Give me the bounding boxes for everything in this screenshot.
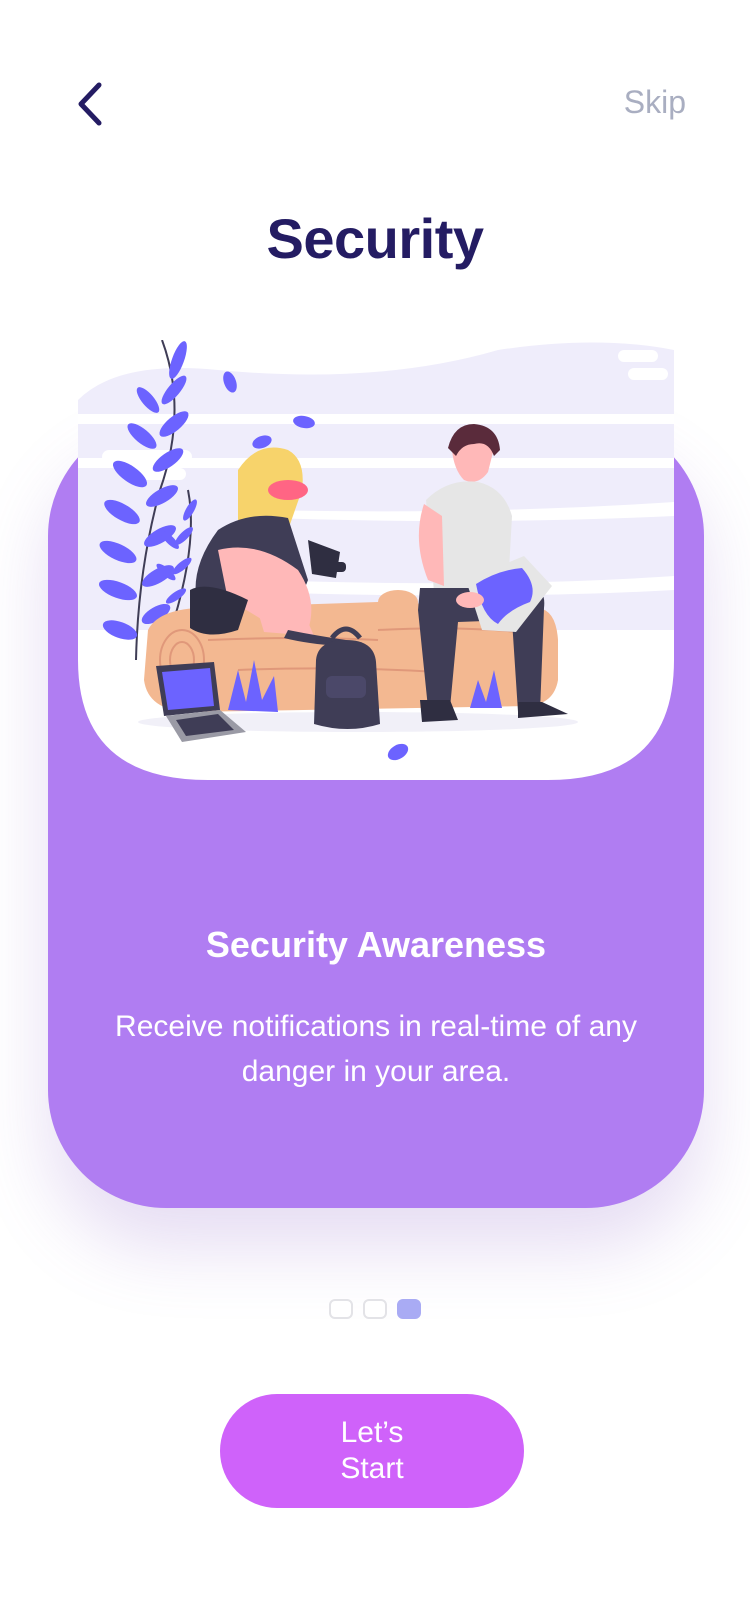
lets-start-label: Let’s Start <box>340 1416 404 1485</box>
chevron-left-icon <box>78 82 102 126</box>
card-description: Receive notifications in real-time of an… <box>115 1010 637 1088</box>
page-title: Security <box>266 207 485 270</box>
back-button[interactable] <box>66 80 114 128</box>
page-dot[interactable] <box>363 1299 387 1319</box>
page-dot[interactable] <box>329 1299 353 1319</box>
lets-start-button[interactable]: Let’s Start <box>220 1394 524 1508</box>
skip-button[interactable]: Skip <box>624 84 686 121</box>
page-dot-active[interactable] <box>397 1299 421 1319</box>
page-indicator <box>0 1299 750 1319</box>
card-title: Security Awareness <box>205 924 547 965</box>
onboarding-illustration <box>78 340 674 780</box>
